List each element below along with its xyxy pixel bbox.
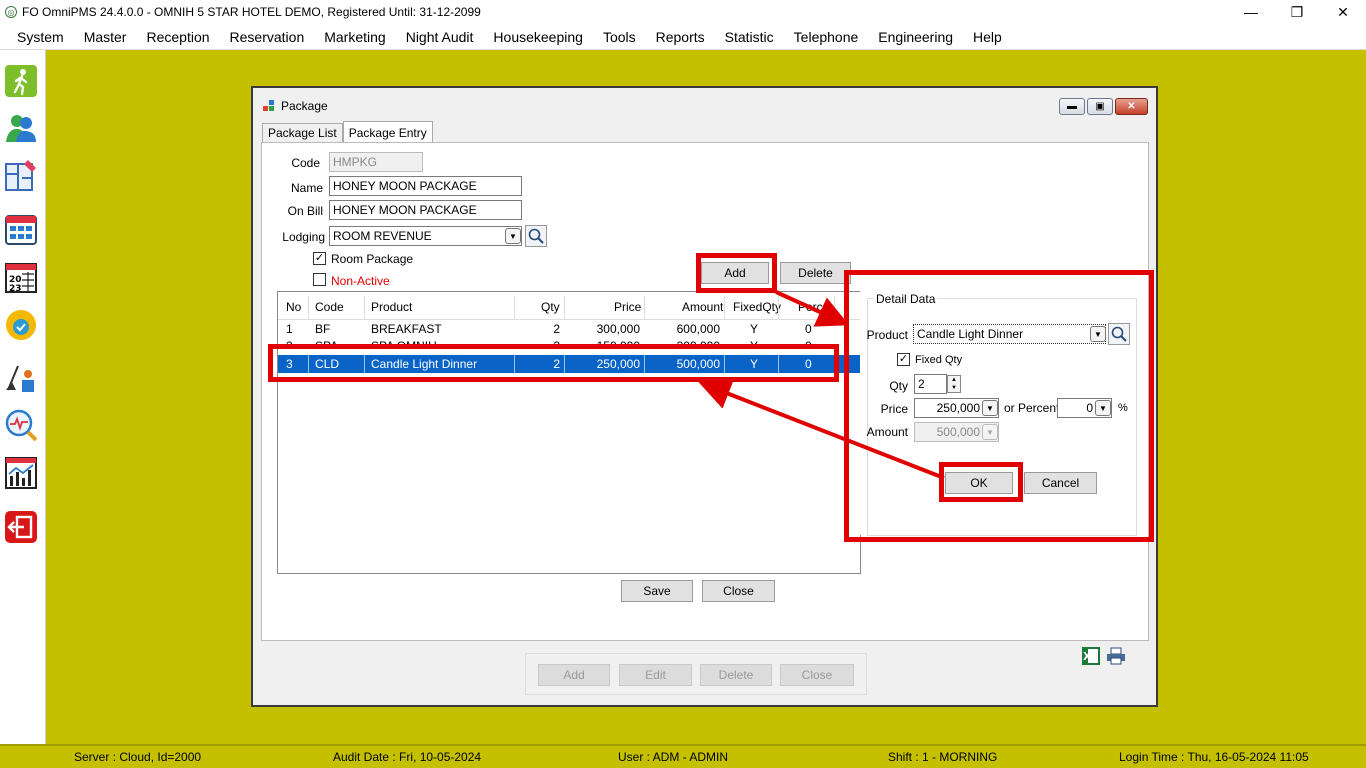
- lodging-label: Lodging: [282, 230, 325, 244]
- statistics-chart-icon[interactable]: [3, 454, 39, 492]
- code-label: Code: [291, 156, 320, 170]
- non-active-checkbox[interactable]: [313, 273, 326, 286]
- menu-statistic[interactable]: Statistic: [715, 29, 784, 45]
- annotation-add-box: [696, 253, 777, 293]
- package-detail-grid: No Code Product Qty Price Amount FixedQt…: [277, 291, 861, 574]
- status-server: Server : Cloud, Id=2000: [74, 750, 202, 764]
- availability-icon[interactable]: [3, 306, 39, 344]
- col-code[interactable]: Code: [315, 300, 344, 314]
- non-active-label: Non-Active: [331, 274, 390, 288]
- package-tabs: Package List Package Entry: [262, 121, 433, 143]
- title-bar: ◎ FO OmniPMS 24.4.0.0 - OMNIH 5 STAR HOT…: [0, 0, 1366, 24]
- minimize-icon[interactable]: —: [1228, 0, 1274, 24]
- status-bar: Server : Cloud, Id=2000 Audit Date : Fri…: [0, 744, 1366, 768]
- col-no[interactable]: No: [286, 300, 301, 314]
- menu-telephone[interactable]: Telephone: [784, 29, 869, 45]
- close-icon[interactable]: ✕: [1320, 0, 1366, 24]
- cell-code: BF: [315, 322, 331, 336]
- menu-master[interactable]: Master: [74, 29, 137, 45]
- walk-in-icon[interactable]: [3, 62, 39, 100]
- floor-plan-icon[interactable]: [3, 156, 39, 194]
- search-analytics-icon[interactable]: [3, 406, 39, 444]
- onbill-field[interactable]: HONEY MOON PACKAGE: [329, 200, 522, 220]
- menu-night-audit[interactable]: Night Audit: [396, 29, 484, 45]
- code-field: HMPKG: [329, 152, 423, 172]
- room-package-checkbox[interactable]: ✓: [313, 252, 326, 265]
- status-shift: Shift : 1 - MORNING: [888, 750, 998, 764]
- onbill-label: On Bill: [287, 204, 323, 218]
- lodging-dropdown-icon[interactable]: ▼: [505, 228, 521, 244]
- excel-export-icon[interactable]: X: [1080, 645, 1102, 670]
- app-icon: ◎: [5, 6, 17, 18]
- svg-text:23: 23: [9, 284, 22, 294]
- annotation-row-box: [268, 344, 839, 382]
- room-package-label: Room Package: [331, 252, 414, 266]
- svg-text:X: X: [1083, 650, 1092, 663]
- calendar-icon[interactable]: [3, 210, 39, 248]
- menu-reports[interactable]: Reports: [646, 29, 715, 45]
- menu-housekeeping[interactable]: Housekeeping: [483, 29, 593, 45]
- package-maximize-icon[interactable]: ▣: [1087, 98, 1113, 115]
- name-label: Name: [290, 181, 323, 195]
- window-title: FO OmniPMS 24.4.0.0 - OMNIH 5 STAR HOTEL…: [22, 5, 481, 19]
- col-qty[interactable]: Qty: [541, 300, 560, 314]
- bottom-edit-button: Edit: [619, 664, 692, 686]
- lodging-search-icon[interactable]: [525, 225, 547, 247]
- bottom-add-button: Add: [538, 664, 610, 686]
- delete-button[interactable]: Delete: [780, 262, 851, 284]
- table-row[interactable]: 1 BF BREAKFAST 2 300,000 600,000 Y 0: [278, 320, 860, 338]
- col-price[interactable]: Price: [614, 300, 641, 314]
- restore-icon[interactable]: ❐: [1274, 0, 1320, 24]
- menu-system[interactable]: System: [0, 29, 74, 45]
- tab-package-list[interactable]: Package List: [262, 123, 343, 143]
- menu-help[interactable]: Help: [963, 29, 1012, 45]
- status-audit-date: Audit Date : Fri, 10-05-2024: [333, 750, 482, 764]
- housekeeping-icon[interactable]: [3, 358, 39, 396]
- package-minimize-icon[interactable]: ▬: [1059, 98, 1085, 115]
- calendar-2023-icon[interactable]: 20 23: [3, 258, 39, 296]
- grid-header: No Code Product Qty Price Amount FixedQt…: [278, 296, 860, 320]
- logout-icon[interactable]: [3, 508, 39, 546]
- cell-price: 300,000: [596, 322, 640, 336]
- menu-reception[interactable]: Reception: [136, 29, 219, 45]
- menu-bar: System Master Reception Reservation Mark…: [0, 24, 1366, 50]
- menu-marketing[interactable]: Marketing: [314, 29, 395, 45]
- col-fixedqty[interactable]: FixedQty: [733, 300, 781, 314]
- save-button[interactable]: Save: [621, 580, 693, 602]
- name-field[interactable]: HONEY MOON PACKAGE: [329, 176, 522, 196]
- cell-amount: 600,000: [676, 322, 720, 336]
- cell-qty: 2: [553, 322, 560, 336]
- tab-package-entry[interactable]: Package Entry: [342, 121, 433, 143]
- print-icon[interactable]: [1106, 647, 1126, 668]
- cell-product: BREAKFAST: [371, 322, 442, 336]
- package-close-icon[interactable]: ✕: [1115, 98, 1148, 115]
- col-amount[interactable]: Amount: [682, 300, 723, 314]
- col-perc[interactable]: Perc: [798, 300, 823, 314]
- bottom-delete-button: Delete: [700, 664, 772, 686]
- menu-engineering[interactable]: Engineering: [868, 29, 963, 45]
- close-button[interactable]: Close: [702, 580, 775, 602]
- package-window-icon: [263, 100, 277, 112]
- cell-no: 1: [286, 322, 293, 336]
- cell-fixed: Y: [750, 322, 759, 336]
- left-toolbar: 20 23: [0, 50, 46, 744]
- menu-tools[interactable]: Tools: [593, 29, 646, 45]
- cell-perc: 0: [805, 322, 812, 336]
- package-window-titlebar: Package ▬ ▣ ✕: [253, 88, 1156, 124]
- col-product[interactable]: Product: [371, 300, 412, 314]
- bottom-close-button: Close: [780, 664, 854, 686]
- status-login-time: Login Time : Thu, 16-05-2024 11:05: [1119, 750, 1309, 764]
- annotation-ok-box: [939, 462, 1023, 502]
- status-user: User : ADM - ADMIN: [618, 750, 729, 764]
- guests-icon[interactable]: [3, 108, 39, 146]
- package-window-title: Package: [281, 99, 328, 113]
- menu-reservation[interactable]: Reservation: [220, 29, 315, 45]
- lodging-select[interactable]: ROOM REVENUE: [329, 226, 522, 246]
